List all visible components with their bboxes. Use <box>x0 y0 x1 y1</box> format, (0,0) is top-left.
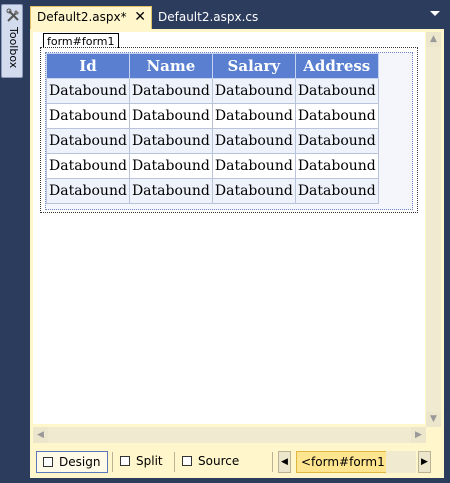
design-editor: form#form1 Id Name Salary Address Databo… <box>30 29 444 446</box>
table-row: Databound Databound Databound Databound <box>46 78 379 104</box>
form-container[interactable]: Id Name Salary Address Databound Databou… <box>40 47 418 213</box>
breadcrumb-left-icon[interactable]: ◀ <box>278 451 291 473</box>
grid-cell: Databound <box>128 153 213 179</box>
table-row: Databound Databound Databound Databound <box>46 128 379 154</box>
grid-header-cell: Salary <box>211 53 296 79</box>
source-view-label: Source <box>198 454 240 468</box>
tab-default2-aspx[interactable]: Default2.aspx* ✕ <box>30 6 152 29</box>
grid-header-cell: Address <box>294 53 379 79</box>
grid-header-cell: Name <box>128 53 213 79</box>
scrollbar-corner <box>426 427 441 443</box>
scroll-right-icon[interactable]: ▶ <box>411 427 426 443</box>
divider <box>272 452 273 472</box>
grid-cell: Databound <box>46 153 130 179</box>
gridview-control[interactable]: Id Name Salary Address Databound Databou… <box>45 52 413 210</box>
tab-label: Default2.aspx* <box>37 10 127 24</box>
toolbox-tab[interactable]: Toolbox <box>1 4 23 78</box>
breadcrumb-track <box>386 451 416 473</box>
grid-cell: Databound <box>294 153 379 179</box>
grid-cell: Databound <box>46 128 130 154</box>
close-icon[interactable]: ✕ <box>134 9 146 25</box>
grid-cell: Databound <box>211 103 296 129</box>
breadcrumb-right-icon[interactable]: ▶ <box>418 451 431 473</box>
scroll-up-icon[interactable]: ▲ <box>426 32 441 47</box>
grid-cell: Databound <box>211 153 296 179</box>
grid-cell: Databound <box>46 103 130 129</box>
gridview-table: Id Name Salary Address Databound Databou… <box>46 53 379 204</box>
table-row: Databound Databound Databound Databound <box>46 103 379 129</box>
toolbox-icon <box>6 8 19 22</box>
grid-cell: Databound <box>46 78 130 104</box>
split-view-button[interactable]: Split <box>114 451 172 473</box>
design-view-button[interactable]: Design <box>36 451 108 473</box>
grid-cell: Databound <box>128 178 213 204</box>
chevron-down-icon[interactable] <box>430 11 440 16</box>
grid-cell: Databound <box>128 103 213 129</box>
divider <box>174 452 175 472</box>
grid-cell: Databound <box>46 178 130 204</box>
grid-cell: Databound <box>294 103 379 129</box>
tab-default2-aspx-cs[interactable]: Default2.aspx.cs <box>152 6 264 29</box>
toolbox-strip: Toolbox <box>0 0 24 483</box>
scroll-left-icon[interactable]: ◀ <box>33 427 48 443</box>
breadcrumb-form-tag[interactable]: <form#form1> <box>296 451 400 473</box>
source-view-button[interactable]: Source <box>176 451 244 473</box>
grid-cell: Databound <box>294 178 379 204</box>
divider <box>112 452 113 472</box>
grid-cell: Databound <box>128 78 213 104</box>
grid-cell: Databound <box>294 78 379 104</box>
tab-label: Default2.aspx.cs <box>158 10 259 24</box>
view-switcher-bar: Design Split Source ◀ <form#form1> ▶ <box>30 446 444 478</box>
grid-header-row: Id Name Salary Address <box>46 53 379 79</box>
source-view-icon <box>182 456 192 466</box>
scroll-down-icon[interactable]: ▼ <box>426 412 441 427</box>
split-view-icon <box>120 456 130 466</box>
split-view-label: Split <box>136 454 163 468</box>
toolbox-label: Toolbox <box>7 27 20 69</box>
grid-cell: Databound <box>211 128 296 154</box>
document-tab-bar: Default2.aspx* ✕ Default2.aspx.cs <box>30 6 450 29</box>
design-view-label: Design <box>59 455 101 469</box>
grid-cell: Databound <box>128 128 213 154</box>
horizontal-scrollbar[interactable]: ◀ ▶ <box>33 427 426 443</box>
vertical-scrollbar[interactable]: ▲ ▼ <box>426 32 441 427</box>
grid-cell: Databound <box>211 78 296 104</box>
table-row: Databound Databound Databound Databound <box>46 178 379 204</box>
grid-cell: Databound <box>211 178 296 204</box>
design-surface[interactable]: form#form1 Id Name Salary Address Databo… <box>33 32 425 424</box>
design-view-icon <box>43 457 53 467</box>
grid-header-cell: Id <box>46 53 130 79</box>
grid-cell: Databound <box>294 128 379 154</box>
table-row: Databound Databound Databound Databound <box>46 153 379 179</box>
form-tag-label[interactable]: form#form1 <box>43 33 119 48</box>
